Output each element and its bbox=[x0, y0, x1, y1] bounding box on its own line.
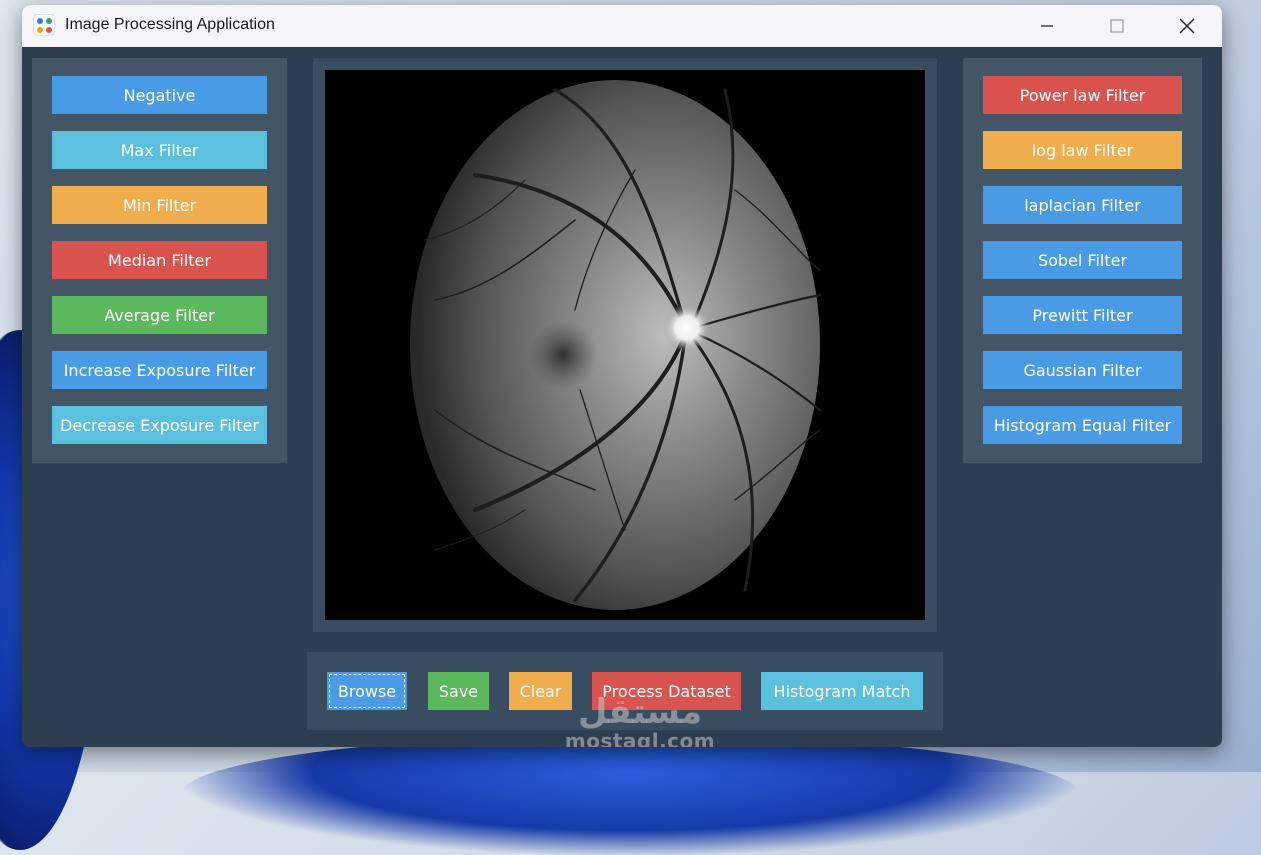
decrease-exposure-button[interactable]: Decrease Exposure Filter bbox=[52, 406, 267, 444]
desktop-wallpaper-bottom bbox=[180, 735, 1080, 855]
app-window: Image Processing Application Negative Ma… bbox=[22, 5, 1222, 747]
minimize-icon bbox=[1041, 25, 1053, 27]
minimize-button[interactable] bbox=[1012, 5, 1082, 47]
app-icon bbox=[33, 14, 55, 36]
histogram-equal-filter-button[interactable]: Histogram Equal Filter bbox=[983, 406, 1182, 444]
title-bar[interactable]: Image Processing Application bbox=[22, 5, 1222, 47]
watermark-latin: mostaql.com bbox=[564, 729, 716, 747]
image-display bbox=[325, 70, 925, 620]
window-title: Image Processing Application bbox=[65, 16, 275, 33]
left-filter-panel: Negative Max Filter Min Filter Median Fi… bbox=[32, 58, 287, 463]
histogram-match-button[interactable]: Histogram Match bbox=[761, 672, 923, 710]
process-dataset-button[interactable]: Process Dataset bbox=[592, 672, 741, 710]
close-icon bbox=[1179, 18, 1195, 34]
image-frame bbox=[313, 58, 937, 632]
increase-exposure-button[interactable]: Increase Exposure Filter bbox=[52, 351, 267, 389]
maximize-button[interactable] bbox=[1082, 5, 1152, 47]
retina-image bbox=[410, 80, 822, 610]
save-button[interactable]: Save bbox=[428, 672, 489, 710]
right-filter-panel: Power law Filter log law Filter laplacia… bbox=[963, 58, 1202, 463]
power-law-filter-button[interactable]: Power law Filter bbox=[983, 76, 1182, 114]
gaussian-filter-button[interactable]: Gaussian Filter bbox=[983, 351, 1182, 389]
prewitt-filter-button[interactable]: Prewitt Filter bbox=[983, 296, 1182, 334]
min-filter-button[interactable]: Min Filter bbox=[52, 186, 267, 224]
clear-button[interactable]: Clear bbox=[509, 672, 572, 710]
max-filter-button[interactable]: Max Filter bbox=[52, 131, 267, 169]
maximize-icon bbox=[1110, 19, 1124, 33]
action-bar: Browse Save Clear Process Dataset Histog… bbox=[307, 652, 943, 730]
close-button[interactable] bbox=[1152, 5, 1222, 47]
laplacian-filter-button[interactable]: laplacian Filter bbox=[983, 186, 1182, 224]
log-law-filter-button[interactable]: log law Filter bbox=[983, 131, 1182, 169]
browse-button[interactable]: Browse bbox=[327, 672, 407, 710]
sobel-filter-button[interactable]: Sobel Filter bbox=[983, 241, 1182, 279]
median-filter-button[interactable]: Median Filter bbox=[52, 241, 267, 279]
average-filter-button[interactable]: Average Filter bbox=[52, 296, 267, 334]
negative-button[interactable]: Negative bbox=[52, 76, 267, 114]
